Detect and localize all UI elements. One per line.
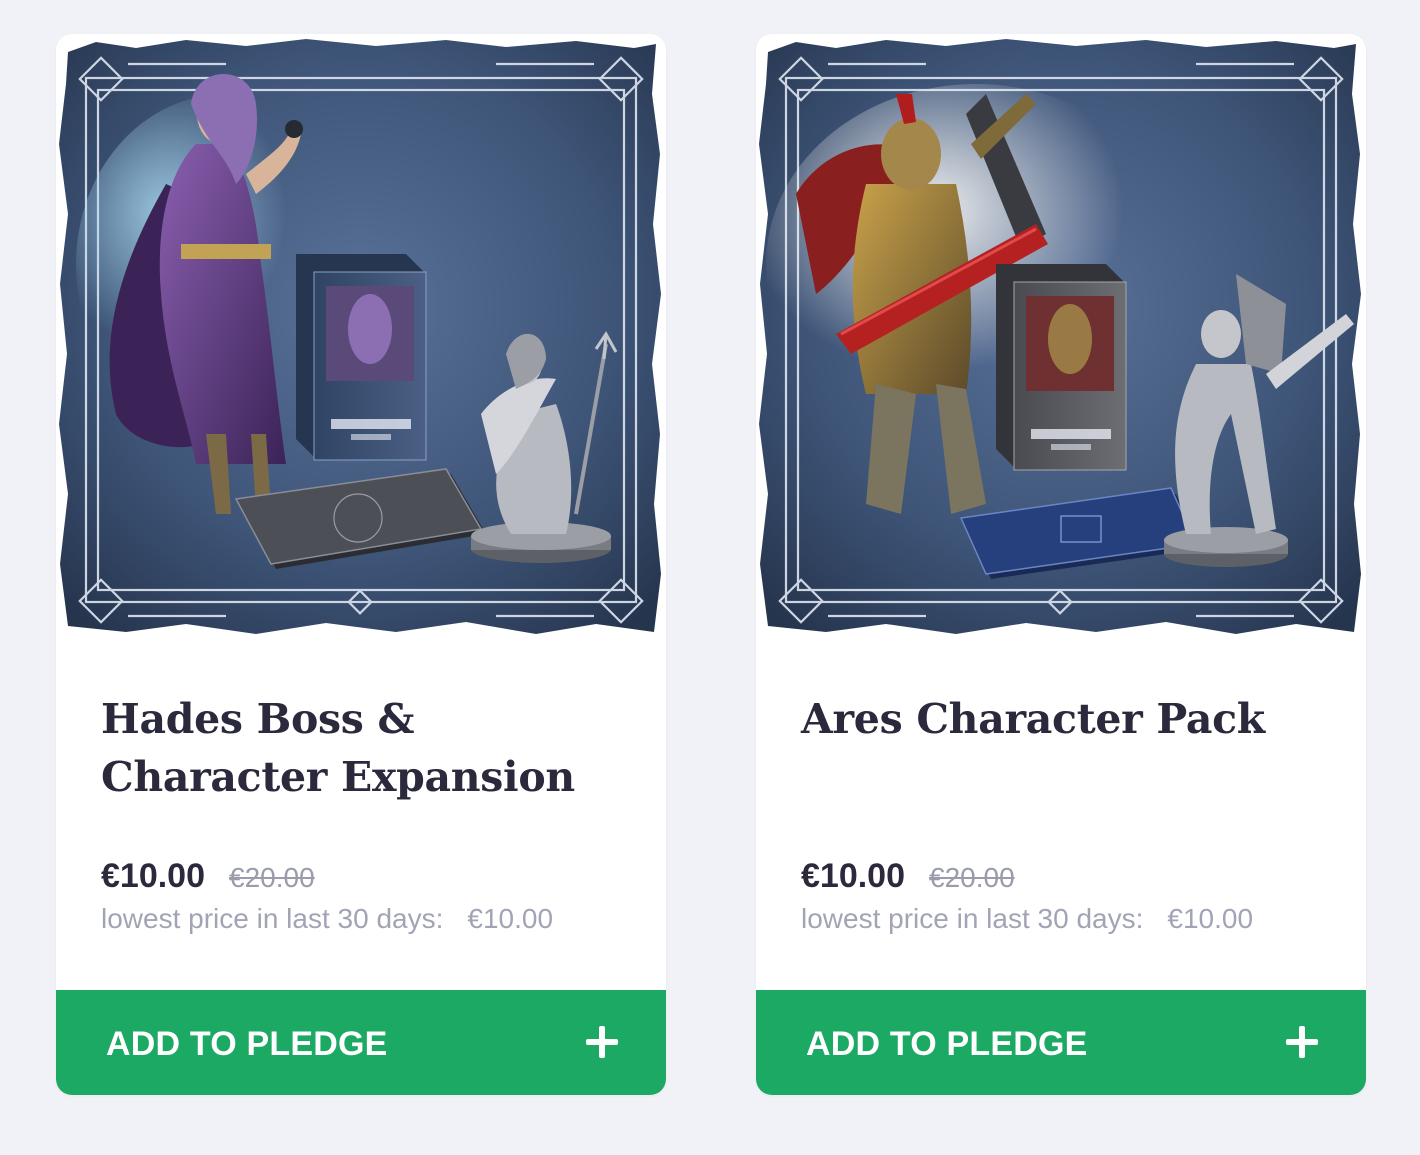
original-price: €20.00	[229, 862, 315, 893]
product-title[interactable]: Ares Character Pack	[801, 690, 1331, 748]
product-title[interactable]: Hades Boss & Character Expansion	[101, 690, 631, 806]
plus-icon	[1286, 1026, 1318, 1058]
hades-character-pack-image[interactable]	[56, 34, 666, 644]
lowest-price-info: lowest price in last 30 days: €10.00	[101, 903, 553, 935]
price-row: €10.00 €20.00	[801, 857, 1015, 901]
ares-character-pack-image[interactable]	[756, 34, 1366, 644]
current-price: €10.00	[801, 857, 905, 895]
add-to-pledge-label: ADD TO PLEDGE	[106, 1025, 388, 1063]
original-price: €20.00	[929, 862, 1015, 893]
add-to-pledge-button[interactable]: ADD TO PLEDGE	[56, 990, 666, 1095]
lowest-price-info: lowest price in last 30 days: €10.00	[801, 903, 1253, 935]
add-to-pledge-button[interactable]: ADD TO PLEDGE	[756, 990, 1366, 1095]
lowest-price-label: lowest price in last 30 days:	[801, 903, 1144, 934]
product-card-hades: Hades Boss & Character Expansion €10.00 …	[56, 34, 666, 1095]
plus-icon	[586, 1026, 618, 1058]
lowest-price-value: €10.00	[467, 903, 554, 934]
lowest-price-value: €10.00	[1167, 903, 1254, 934]
lowest-price-label: lowest price in last 30 days:	[101, 903, 444, 934]
current-price: €10.00	[101, 857, 205, 895]
add-to-pledge-label: ADD TO PLEDGE	[806, 1025, 1088, 1063]
product-card-ares: Ares Character Pack €10.00 €20.00 lowest…	[756, 34, 1366, 1095]
price-row: €10.00 €20.00	[101, 857, 315, 901]
